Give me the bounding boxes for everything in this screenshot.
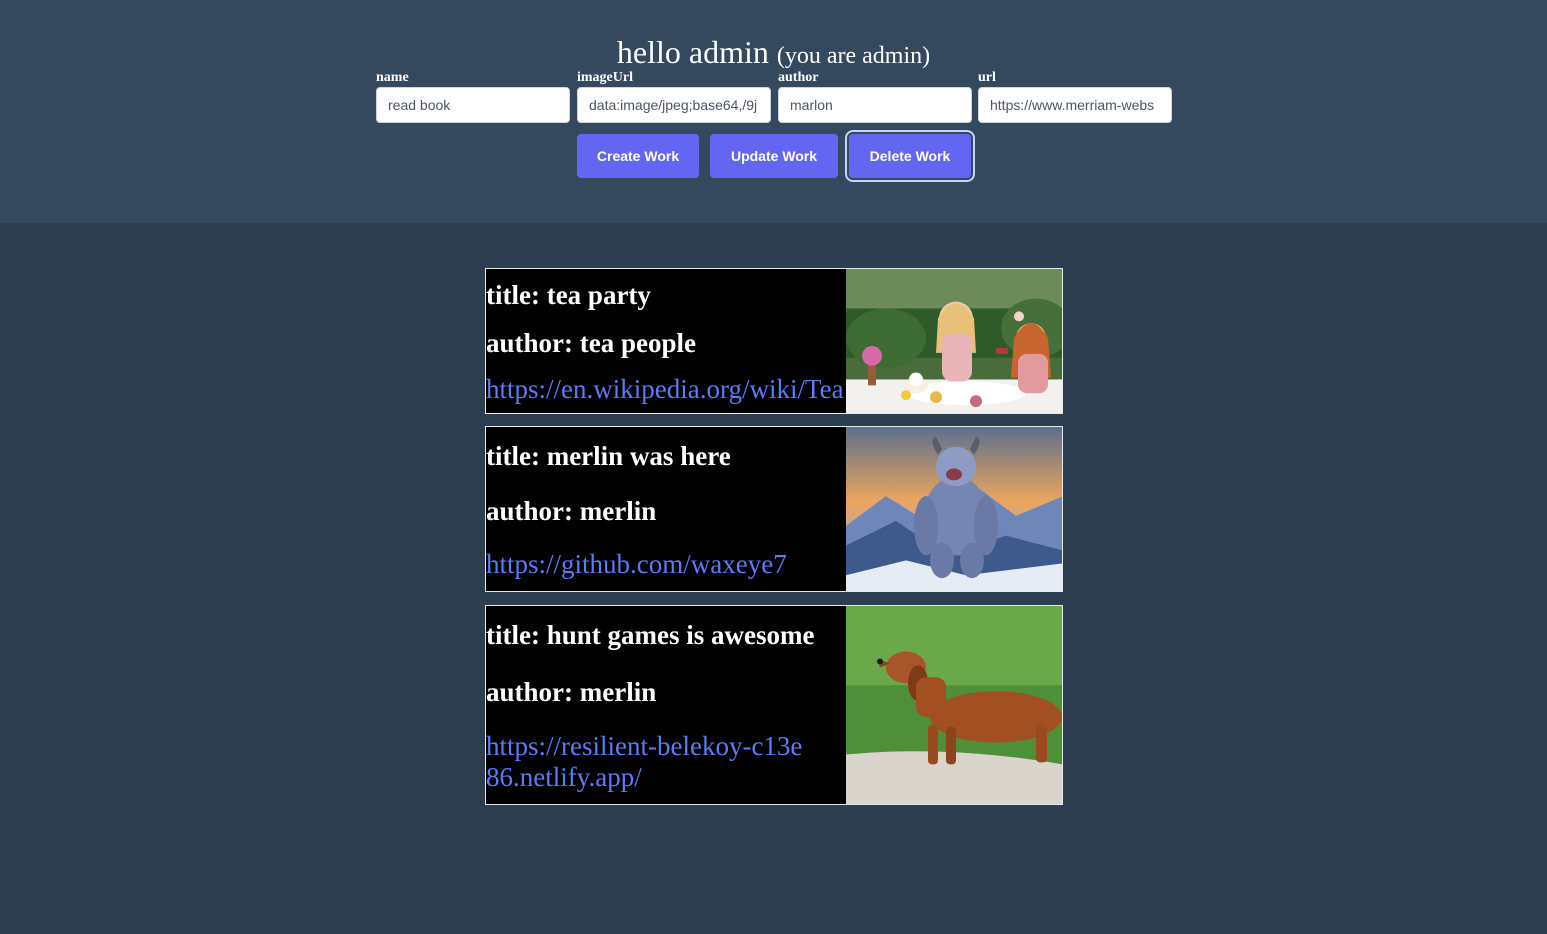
work-link[interactable]: https://en.wikipedia.org/wiki/Tea <box>486 374 846 405</box>
work-author: author: tea people <box>486 328 696 358</box>
author-field-group: author <box>778 70 972 123</box>
work-card: title: tea party author: tea people http… <box>485 268 1063 414</box>
url-field-group: url <box>978 70 1172 123</box>
name-field-group: name <box>376 70 570 123</box>
yeti-photo <box>846 427 1062 591</box>
work-title: title: hunt games is awesome <box>486 620 815 650</box>
work-title: title: merlin was here <box>486 441 731 471</box>
work-card-info: title: tea party author: tea people http… <box>486 269 846 413</box>
work-card: title: merlin was here author: merlin ht… <box>485 426 1063 592</box>
work-link[interactable]: https://github.com/waxeye7 <box>486 549 846 580</box>
work-link[interactable]: https://resilient-belekoy-c13e86.netlify… <box>486 731 806 793</box>
work-card: title: hunt games is awesome author: mer… <box>485 605 1063 805</box>
work-author: author: merlin <box>486 496 657 526</box>
dachshund-photo <box>846 606 1062 804</box>
work-card-info: title: merlin was here author: merlin ht… <box>486 427 846 591</box>
url-input[interactable] <box>978 87 1172 123</box>
header-bar: hello admin (you are admin) name imageUr… <box>0 0 1547 223</box>
role-note: (you are admin) <box>776 43 931 69</box>
work-author: author: merlin <box>486 677 657 707</box>
create-work-button[interactable]: Create Work <box>577 134 699 178</box>
image-url-field-group: imageUrl <box>577 70 771 123</box>
name-input[interactable] <box>376 87 570 123</box>
tea-party-photo <box>846 269 1062 413</box>
work-card-info: title: hunt games is awesome author: mer… <box>486 606 846 804</box>
greeting-text: hello admin <box>616 34 769 70</box>
name-label: name <box>376 70 409 85</box>
update-work-button[interactable]: Update Work <box>710 134 838 178</box>
author-label: author <box>778 70 819 85</box>
delete-work-button[interactable]: Delete Work <box>849 134 971 178</box>
url-label: url <box>978 70 996 85</box>
image-url-input[interactable] <box>577 87 771 123</box>
work-title: title: tea party <box>486 280 651 310</box>
page-title: hello admin (you are admin) <box>0 34 1547 74</box>
image-url-label: imageUrl <box>577 70 633 85</box>
author-input[interactable] <box>778 87 972 123</box>
